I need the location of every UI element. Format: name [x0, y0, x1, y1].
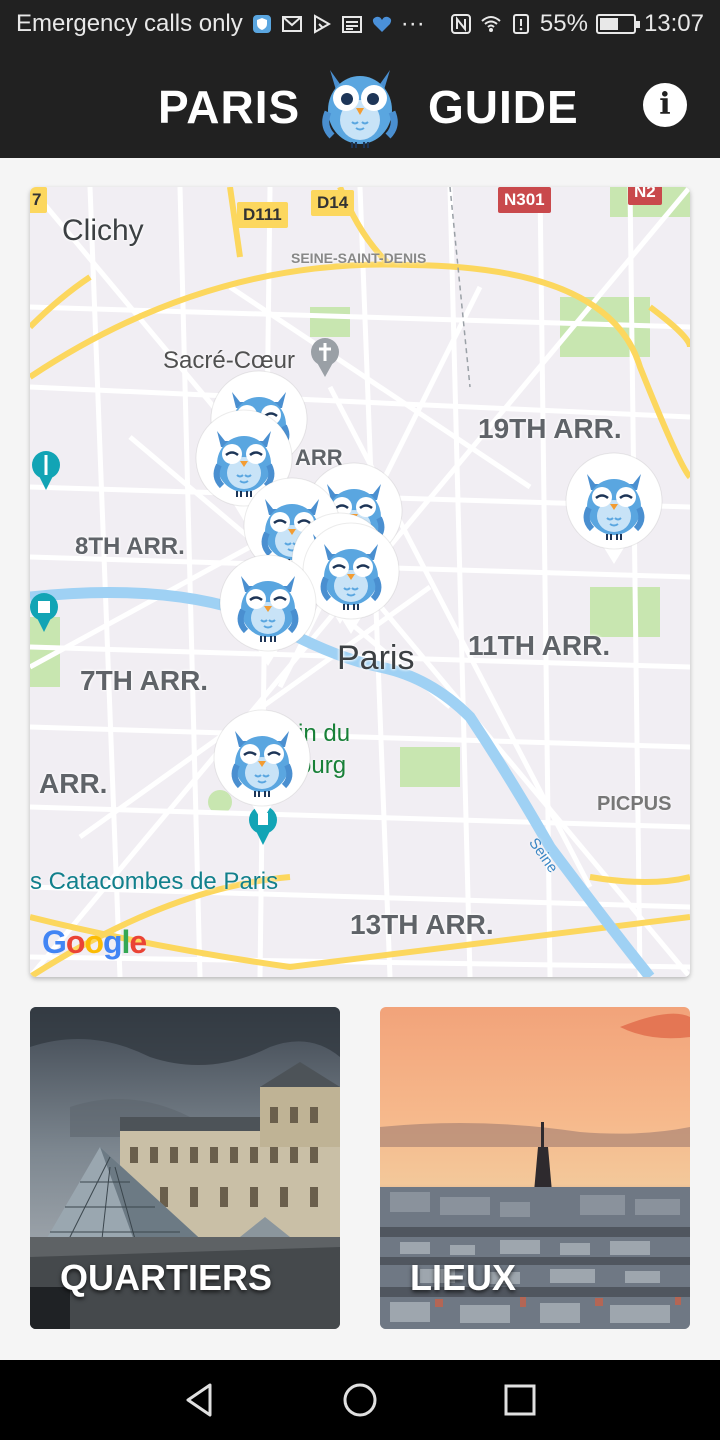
info-icon: i	[659, 87, 671, 122]
app-bar: PARIS GUIDE i	[0, 52, 720, 158]
info-button[interactable]: i	[643, 83, 687, 127]
quartiers-card[interactable]: QUARTIERS	[30, 1007, 340, 1329]
carrier-text: Emergency calls only	[16, 10, 243, 37]
map-district-7th: 7TH ARR.	[80, 665, 209, 696]
owl-marker-icon	[565, 452, 663, 564]
status-right: 55% 13:07	[450, 10, 704, 38]
battery-percent: 55%	[539, 10, 588, 37]
battery-icon	[595, 14, 640, 34]
road-badge-7: 7	[30, 187, 48, 213]
clock: 13:07	[643, 10, 704, 37]
google-logo-letter: g	[102, 924, 123, 960]
owl-marker-icon	[219, 554, 317, 666]
google-logo-letter: o	[84, 924, 104, 960]
news-icon	[341, 16, 362, 33]
nfc-icon	[450, 14, 471, 34]
shield-icon	[252, 15, 271, 33]
google-logo-letter: e	[129, 924, 147, 960]
google-logo-letter: o	[65, 924, 86, 960]
system-nav-bar	[0, 1360, 720, 1440]
mail-icon	[281, 16, 302, 32]
signal-alert-icon	[512, 14, 529, 34]
app-title-guide: GUIDE	[428, 81, 579, 133]
wifi-icon	[481, 16, 501, 32]
overflow-dots: ···	[400, 10, 425, 37]
map-poi-picpus: PICPUS	[597, 793, 672, 815]
app-title-paris: PARIS	[158, 81, 301, 133]
map-marker[interactable]	[565, 452, 663, 564]
owl-icon	[322, 70, 398, 148]
map-district-partial: ARR.	[39, 768, 108, 799]
map-city-paris: Paris	[337, 639, 415, 677]
status-left: Emergency calls only ···	[16, 10, 425, 38]
road-badge-n2: N2	[628, 187, 662, 205]
recents-icon[interactable]	[500, 1380, 540, 1420]
map-district-19th: 19TH ARR.	[478, 413, 622, 444]
owl-marker-icon	[213, 709, 311, 821]
lieux-label: LIEUX	[410, 1257, 517, 1298]
heart-icon	[372, 16, 391, 32]
battery-fill	[599, 18, 618, 30]
map-marker[interactable]	[213, 709, 311, 821]
status-bar: Emergency calls only ··· 55% 13:07	[0, 0, 720, 52]
map-city-clichy: Clichy	[62, 214, 144, 247]
play-icon	[313, 14, 331, 34]
map-marker[interactable]	[219, 554, 317, 666]
google-logo-letter: G	[42, 924, 67, 960]
map-poi-catacombes: s Catacombes de Paris	[30, 868, 279, 895]
map-district-13th: 13TH ARR.	[350, 909, 494, 940]
map-district-11th: 11TH ARR.	[468, 630, 611, 661]
home-icon[interactable]	[340, 1380, 380, 1420]
lieux-card[interactable]: LIEUX	[380, 1007, 690, 1329]
map-district-8th: 8TH ARR.	[75, 533, 185, 560]
quartiers-label: QUARTIERS	[60, 1257, 273, 1298]
map-poi-seine-saint-denis: SEINE-SAINT-DENIS	[291, 250, 427, 266]
road-badge-d111: D111	[237, 202, 288, 228]
map-view[interactable]: Clichy Paris Sacré-Cœur SEINE-SAINT-DENI…	[30, 187, 690, 977]
back-icon[interactable]	[180, 1380, 220, 1420]
road-badge-d14: D14	[311, 190, 355, 216]
road-badge-n301: N301	[498, 187, 551, 213]
google-logo: Google	[42, 924, 147, 961]
